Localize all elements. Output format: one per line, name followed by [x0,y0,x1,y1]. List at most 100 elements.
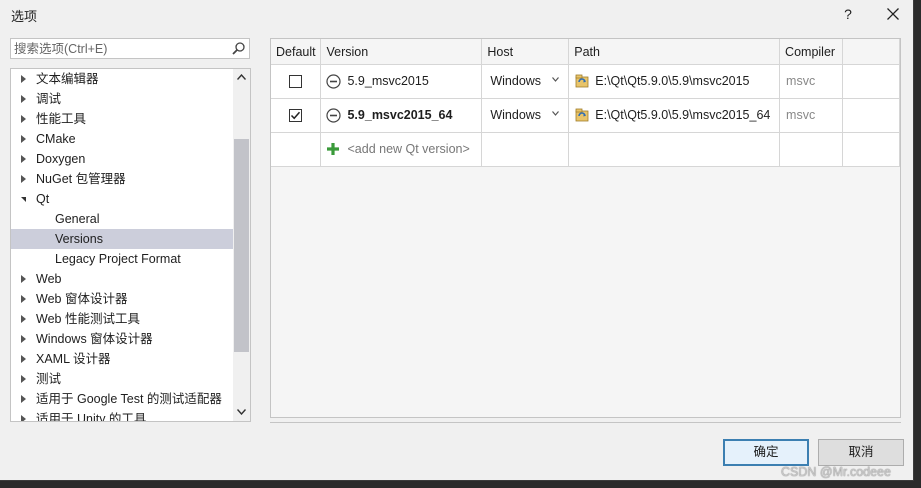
expand-arrow-icon[interactable] [21,155,26,163]
tree-item[interactable]: 调试 [11,89,234,109]
tree-item-label: Qt [36,192,50,206]
tree-item[interactable]: 性能工具 [11,109,234,129]
divider [270,422,901,423]
tree-item[interactable]: XAML 设计器 [11,349,234,369]
table-row[interactable]: 5.9_msvc2015 Windows E:\Qt\Qt5.9.0\5.9\msv… [271,64,900,99]
version-name: 5.9_msvc2015_64 [347,108,453,122]
search-box[interactable] [10,38,250,59]
options-dialog: 选项 ? 文本编辑器调试性能工具 CMake Doxygen NuGet 包管理器 Qt… [0,0,914,481]
header-default[interactable]: Default [271,39,322,65]
add-version-cell[interactable]: <add new Qt version> [320,132,483,167]
cancel-button[interactable]: 取消 [818,439,904,466]
tree-item-label: 性能工具 [36,112,87,126]
default-checkbox[interactable] [289,109,302,122]
compiler-cell: msvc [779,64,844,99]
ok-button[interactable]: 确定 [723,439,809,466]
tree-item[interactable]: Web 窗体设计器 [11,289,234,309]
tree-item[interactable]: Legacy Project Format [11,249,234,269]
tree-item-label: 适用于 Unity 的工具 [36,412,147,422]
tree-item[interactable]: Web 性能测试工具 [11,309,234,329]
expand-arrow-icon[interactable] [21,75,26,83]
expand-arrow-icon[interactable] [21,315,26,323]
help-button[interactable]: ? [836,2,860,26]
tree-item[interactable]: 测试 [11,369,234,389]
header-compiler[interactable]: Compiler [779,39,844,65]
path-cell[interactable]: E:\Qt\Qt5.9.0\5.9\msvc2015 [568,64,781,99]
header-host[interactable]: Host [481,39,570,65]
expand-arrow-icon[interactable] [21,175,26,183]
expand-arrow-icon[interactable] [21,115,26,123]
folder-path-icon[interactable] [574,107,590,123]
compiler-value: msvc [786,74,816,88]
scroll-thumb[interactable] [234,139,249,352]
add-icon[interactable] [326,142,340,156]
tree-item-label: Legacy Project Format [55,252,181,266]
expand-arrow-icon[interactable] [21,395,26,403]
tree-item[interactable]: Versions [11,229,234,249]
empty-cell [271,132,322,167]
default-checkbox[interactable] [289,75,302,88]
folder-path-icon[interactable] [574,73,590,89]
expand-arrow-icon[interactable] [21,275,26,283]
search-input[interactable] [14,40,224,57]
tree-item[interactable]: General [11,209,234,229]
tree-item[interactable]: Windows 窗体设计器 [11,329,234,349]
remove-version-icon[interactable] [326,74,342,89]
tree-item-label: 适用于 Google Test 的测试适配器 [36,392,222,406]
tree-item-label: 测试 [36,372,62,386]
options-tree: 文本编辑器 调试性能工具 CMake Doxygen NuGet 包管理器 Qt Gener… [10,68,251,422]
close-button[interactable] [880,2,906,26]
expand-arrow-icon[interactable] [21,95,26,103]
title-bar: 选项 ? [0,0,913,28]
scroll-down-button[interactable] [233,404,250,421]
tree-item-label: Web 窗体设计器 [36,292,128,306]
host-cell[interactable]: Windows [481,64,570,99]
version-cell[interactable]: 5.9_msvc2015_64 [320,98,483,133]
chevron-up-icon [237,74,246,80]
chevron-down-icon [237,409,246,415]
expand-arrow-icon[interactable] [21,335,26,343]
expand-arrow-icon[interactable] [21,135,26,143]
qt-versions-grid: Default Version Host Path Compiler 5.9_m… [270,38,901,418]
tree-item[interactable]: 文本编辑器 [11,69,234,89]
search-icon[interactable] [232,42,245,55]
expand-arrow-icon[interactable] [21,295,26,303]
compiler-value: msvc [786,108,816,122]
tree-item[interactable]: Doxygen [11,149,234,169]
expand-arrow-icon[interactable] [21,415,26,421]
default-cell [271,64,322,99]
tree-item-label: Web 性能测试工具 [36,312,140,326]
add-version-label[interactable]: <add new Qt version> [347,142,469,156]
empty-cell [568,132,781,167]
check-icon [290,111,301,120]
chevron-down-icon[interactable] [552,77,560,82]
tree-item[interactable]: 适用于 Google Test 的测试适配器 [11,389,234,409]
path-value: E:\Qt\Qt5.9.0\5.9\msvc2015 [595,74,750,88]
tree-item-label: General [55,212,100,226]
tree-item-label: CMake [36,132,76,146]
remove-version-icon[interactable] [326,108,342,123]
header-path[interactable]: Path [568,39,781,65]
tree-item[interactable]: CMake [11,129,234,149]
tree-scrollbar[interactable] [233,69,250,421]
expand-arrow-icon[interactable] [21,375,26,383]
header-version[interactable]: Version [320,39,483,65]
compiler-cell: msvc [779,98,844,133]
add-version-row[interactable]: <add new Qt version> [271,132,900,167]
tree-item-label: XAML 设计器 [36,352,111,366]
version-cell[interactable]: 5.9_msvc2015 [320,64,483,99]
host-cell[interactable]: Windows [481,98,570,133]
tree-item-label: Web [36,272,62,286]
tree-item[interactable]: Qt [11,189,234,209]
scroll-up-button[interactable] [233,69,250,86]
close-icon [887,8,899,20]
expand-arrow-icon[interactable] [21,355,26,363]
tree-item[interactable]: 适用于 Unity 的工具 [11,409,234,422]
tree-item[interactable]: Web [11,269,234,289]
tree-item[interactable]: NuGet 包管理器 [11,169,234,189]
expanded-arrow-icon[interactable] [21,197,26,202]
extra-cell [842,98,900,133]
path-cell[interactable]: E:\Qt\Qt5.9.0\5.9\msvc2015_64 [568,98,781,133]
chevron-down-icon[interactable] [552,111,560,116]
table-row[interactable]: 5.9_msvc2015_64 Windows E:\Qt\Qt5.9.0\5.9\… [271,98,900,133]
